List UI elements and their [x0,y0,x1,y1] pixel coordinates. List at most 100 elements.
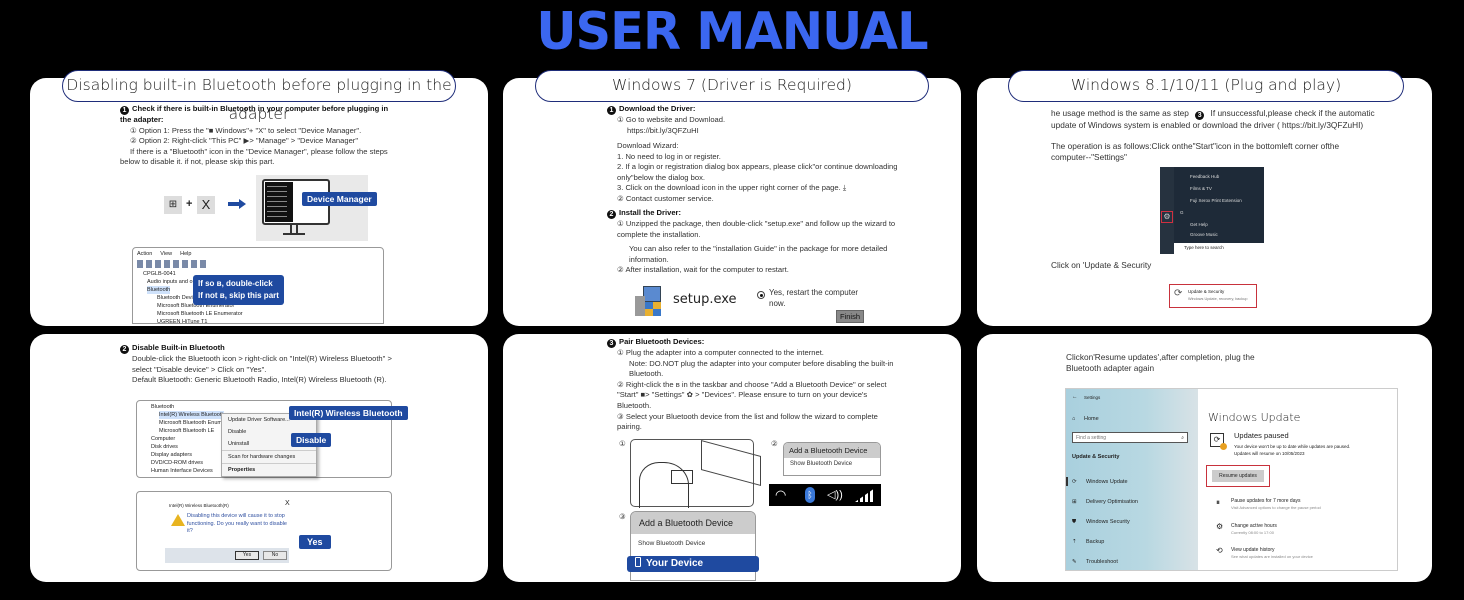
driver-link[interactable]: https://bit.ly/3QFZuHI [607,126,699,135]
win81-paragraph2: The operation is as follows:Click onthe"… [1051,141,1340,162]
settings-sidebar: ← Settings ⌂ Home Find a setting ⌕ Updat… [1066,389,1198,570]
pair-line: Note: DO.NOT plug the adapter into your … [629,358,894,379]
step1-title: Download the Driver: [619,104,696,113]
yes-callout: Yes [299,535,331,549]
panel-windows81: he usage method is the same as step 3 If… [977,78,1432,326]
start-item[interactable]: Groove Music [1190,231,1218,239]
show-device-item[interactable]: Show Bluetooth Device [631,534,755,551]
option-pause-sub: Visit Advanced options to change the pau… [1231,505,1321,510]
nav-delivery-optimisation[interactable]: Delivery Optimisation [1086,498,1138,506]
find-setting-placeholder: Find a setting [1076,435,1107,441]
settings-screenshot: ← Settings ⌂ Home Find a setting ⌕ Updat… [1065,388,1398,571]
sync-icon: ⟳ [1174,288,1183,299]
popup-title[interactable]: Add a Bluetooth Device [784,443,880,458]
pair-line: ① Plug the adapter into a computer conne… [617,348,824,357]
step-number-icon: 3 [607,339,616,348]
dialog-title: Intel(R) Wireless Bluetooth(R) [169,503,229,508]
taskbar-search[interactable]: Type here to search [1174,243,1264,254]
update-security-tile[interactable]: ⟳ Update & Security Windows Update, reco… [1169,284,1257,308]
menu-help[interactable]: Help [180,251,191,257]
finish-button[interactable]: Finish [836,310,865,323]
step-number-icon: 2 [120,345,129,354]
step-title: Pair Bluetooth Devices: [619,337,705,346]
page-title: USER MANUAL [536,2,928,62]
nav-home[interactable]: Home [1084,415,1099,423]
win7-step2: 2 Install the Driver: ① Unzipped the pack… [607,208,897,276]
pair-line: ② Right-click the ʙ in the taskbar and c… [617,379,887,410]
step-number-icon: 3 [1195,111,1205,120]
tree-bluetooth[interactable]: Bluetooth [147,286,171,294]
bluetooth-icon[interactable]: ᛒ [805,487,815,503]
context-properties[interactable]: Properties [222,463,316,476]
taskbar-strip: ◠ ᛒ ◁)) [769,484,881,506]
settings-label: Settings [1084,395,1101,400]
setup-installer-icon [635,286,663,316]
pair-line: ③ Select your Bluetooth device from the … [617,411,878,432]
figure-label: ② [771,439,778,448]
settings-gear-highlight[interactable]: ⚙ [1161,211,1173,223]
phone-icon [635,557,641,567]
step1-line: ① Go to website and Download. [617,115,726,124]
menu-action[interactable]: Action [137,251,152,257]
panel-pair: 3 Pair Bluetooth Devices: ① Plug the adap… [503,334,961,582]
tree-root[interactable]: CPGLB-0041 [143,270,176,278]
resume-updates-button[interactable]: Resume updates [1212,470,1264,482]
header-windows81: Windows 8.1/10/11 (Plug and play) [1008,70,1404,102]
find-setting-input[interactable]: Find a setting ⌕ [1072,432,1188,443]
resume-date: Updates will resume on 10/05/2023 [1234,451,1305,456]
tree-item[interactable]: Disk drives [151,443,178,451]
step2-line: You can also refer to the "installation … [629,244,888,264]
option2: ② Option 2: Right-click "This PC" ▶> "Ma… [130,136,359,146]
tree-item[interactable]: Display adapters [151,451,192,459]
click-update-security: Click on 'Update & Security [1051,260,1152,270]
taskbar-popup: Add a Bluetooth Device Show Bluetooth De… [783,442,881,476]
signal-icon [855,488,875,502]
your-device-item[interactable]: Your Device [627,556,759,572]
tree-ms-bt-le[interactable]: Microsoft Bluetooth LE Enumerator [157,310,243,318]
step-title: Disable Built-in Bluetooth [132,343,225,352]
device-manager-callout: Device Manager [302,192,377,206]
wifi-icon[interactable]: ◠ [775,484,786,506]
clock-gear-icon: ⚙ [1216,522,1224,531]
context-scan[interactable]: Scan for hardware changes [222,450,316,463]
volume-icon[interactable]: ◁)) [827,484,843,506]
start-item[interactable]: Films & TV [1190,185,1212,193]
dialog-no-button[interactable]: No [263,551,287,560]
para1-part: he usage method is the same as step [1051,108,1189,118]
dialog-close-icon[interactable]: X [285,500,290,508]
step2-line: ② After installation, wait for the compu… [617,265,789,275]
step2-line: ① Unzipped the package, then double-clic… [617,219,896,239]
back-arrow-icon[interactable]: ← [1072,393,1078,401]
start-item[interactable]: Get Help [1190,221,1208,229]
nav-windows-update[interactable]: Windows Update [1086,478,1128,486]
tree-item-intel[interactable]: Intel(R) Wireless Bluetooth [159,411,225,419]
tree-item[interactable]: Microsoft Bluetooth LE [159,427,214,435]
nav-section-title: Update & Security [1072,454,1120,460]
warning-icon [171,514,185,526]
restart-radio[interactable] [757,291,765,299]
tree-item[interactable]: DVD/CD-ROM drives [151,459,203,467]
tree-ugreen[interactable]: UGREEN HiTune T1 [157,318,207,326]
step2-title: Install the Driver: [619,208,682,217]
menu-view[interactable]: View [160,251,172,257]
home-icon: ⌂ [1072,416,1076,422]
header-windows7: Windows 7 (Driver is Required) [535,70,929,102]
nav-backup[interactable]: Backup [1086,538,1104,546]
intel-callout: Intel(R) Wireless Bluetooth [289,406,408,420]
nav-windows-security[interactable]: Windows Security [1086,518,1130,526]
tree-item[interactable]: Bluetooth [151,403,174,411]
start-item[interactable]: Feedback Hub [1190,173,1219,181]
start-item[interactable]: Fuji Xerox Print Extension [1190,197,1242,205]
tree-item[interactable]: Human Interface Devices [151,467,213,475]
nav-troubleshoot[interactable]: Troubleshoot [1086,558,1118,566]
step-number-icon: 2 [607,210,616,219]
add-device-title: Add a Bluetooth Device [631,512,755,534]
panel-windows7: 1 Download the Driver: ① Go to website an… [503,78,961,326]
popup-item[interactable]: Show Bluetooth Device [784,458,880,470]
plug-adapter-illustration [630,439,761,508]
tree-item[interactable]: Computer [151,435,175,443]
win7-step1: 1 Download the Driver: ① Go to website an… [607,104,897,136]
start-menu-screenshot: ⚙ Feedback Hub Films & TV Fuji Xerox Pri… [1160,167,1264,254]
dialog-yes-button[interactable]: Yes [235,551,259,560]
x-key: X [197,196,215,214]
